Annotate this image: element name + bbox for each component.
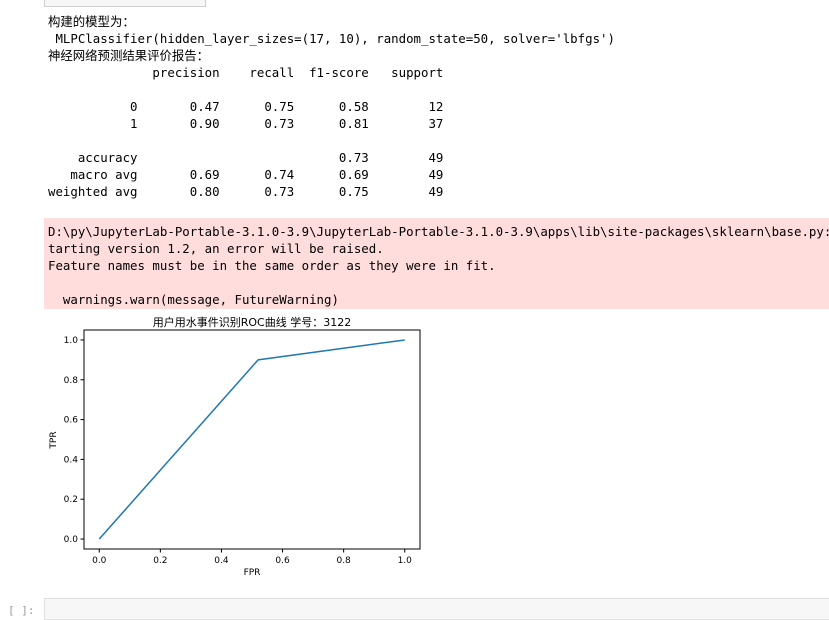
y-axis-label: TPR [49, 431, 59, 449]
y-tick-label: 0.0 [64, 535, 79, 545]
chart-title: 用户用水事件识别ROC曲线 学号：3122 [153, 315, 351, 329]
previous-cell-input-edge [44, 0, 206, 7]
roc-chart: 用户用水事件识别ROC曲线 学号：3122 0.0 0.2 0.4 0.6 0.8 1.0… [49, 315, 421, 578]
roc-figure: 用户用水事件识别ROC曲线 学号：3122 0.0 0.2 0.4 0.6 0.8 1.0… [44, 312, 434, 582]
x-tick-label: 0.2 [153, 556, 167, 566]
model-repr: MLPClassifier(hidden_layer_sizes=(17, 10… [48, 31, 615, 46]
report-line: 1 0.90 0.73 0.81 37 [48, 116, 444, 131]
warning-line: tarting version 1.2, an error will be ra… [48, 241, 384, 256]
y-tick-label: 0.2 [64, 495, 78, 505]
next-cell-input[interactable] [44, 598, 829, 620]
report-line: accuracy 0.73 49 [48, 150, 444, 165]
x-tick-label: 1.0 [398, 556, 413, 566]
x-axis-label: FPR [244, 568, 261, 578]
report-line: precision recall f1-score support [48, 65, 444, 80]
x-tick-label: 0.0 [92, 556, 107, 566]
x-tick-label: 0.8 [336, 556, 351, 566]
report-line: macro avg 0.69 0.74 0.69 49 [48, 167, 444, 182]
y-tick-label: 1.0 [64, 336, 79, 346]
y-tick-label: 0.4 [64, 455, 79, 465]
y-tick-label: 0.8 [64, 376, 79, 386]
report-header: 神经网络预测结果评价报告： [48, 48, 210, 63]
report-line: weighted avg 0.80 0.73 0.75 49 [48, 184, 444, 199]
warning-line: warnings.warn(message, FutureWarning) [48, 292, 339, 307]
stdout-output: 构建的模型为： MLPClassifier(hidden_layer_sizes… [48, 13, 829, 200]
report-line: 0 0.47 0.75 0.58 12 [48, 99, 444, 114]
y-tick-label: 0.6 [64, 416, 79, 426]
model-header: 构建的模型为： [48, 14, 135, 29]
x-tick-label: 0.4 [214, 556, 229, 566]
x-tick-label: 0.6 [275, 556, 290, 566]
next-cell-prompt: [ ]: [8, 604, 35, 617]
warning-line: Feature names must be in the same order … [48, 258, 496, 273]
stderr-warning-output: D:\py\JupyterLab-Portable-3.1.0-3.9\Jupy… [44, 218, 829, 309]
warning-line: D:\py\JupyterLab-Portable-3.1.0-3.9\Jupy… [48, 224, 829, 239]
plot-frame [83, 329, 421, 550]
